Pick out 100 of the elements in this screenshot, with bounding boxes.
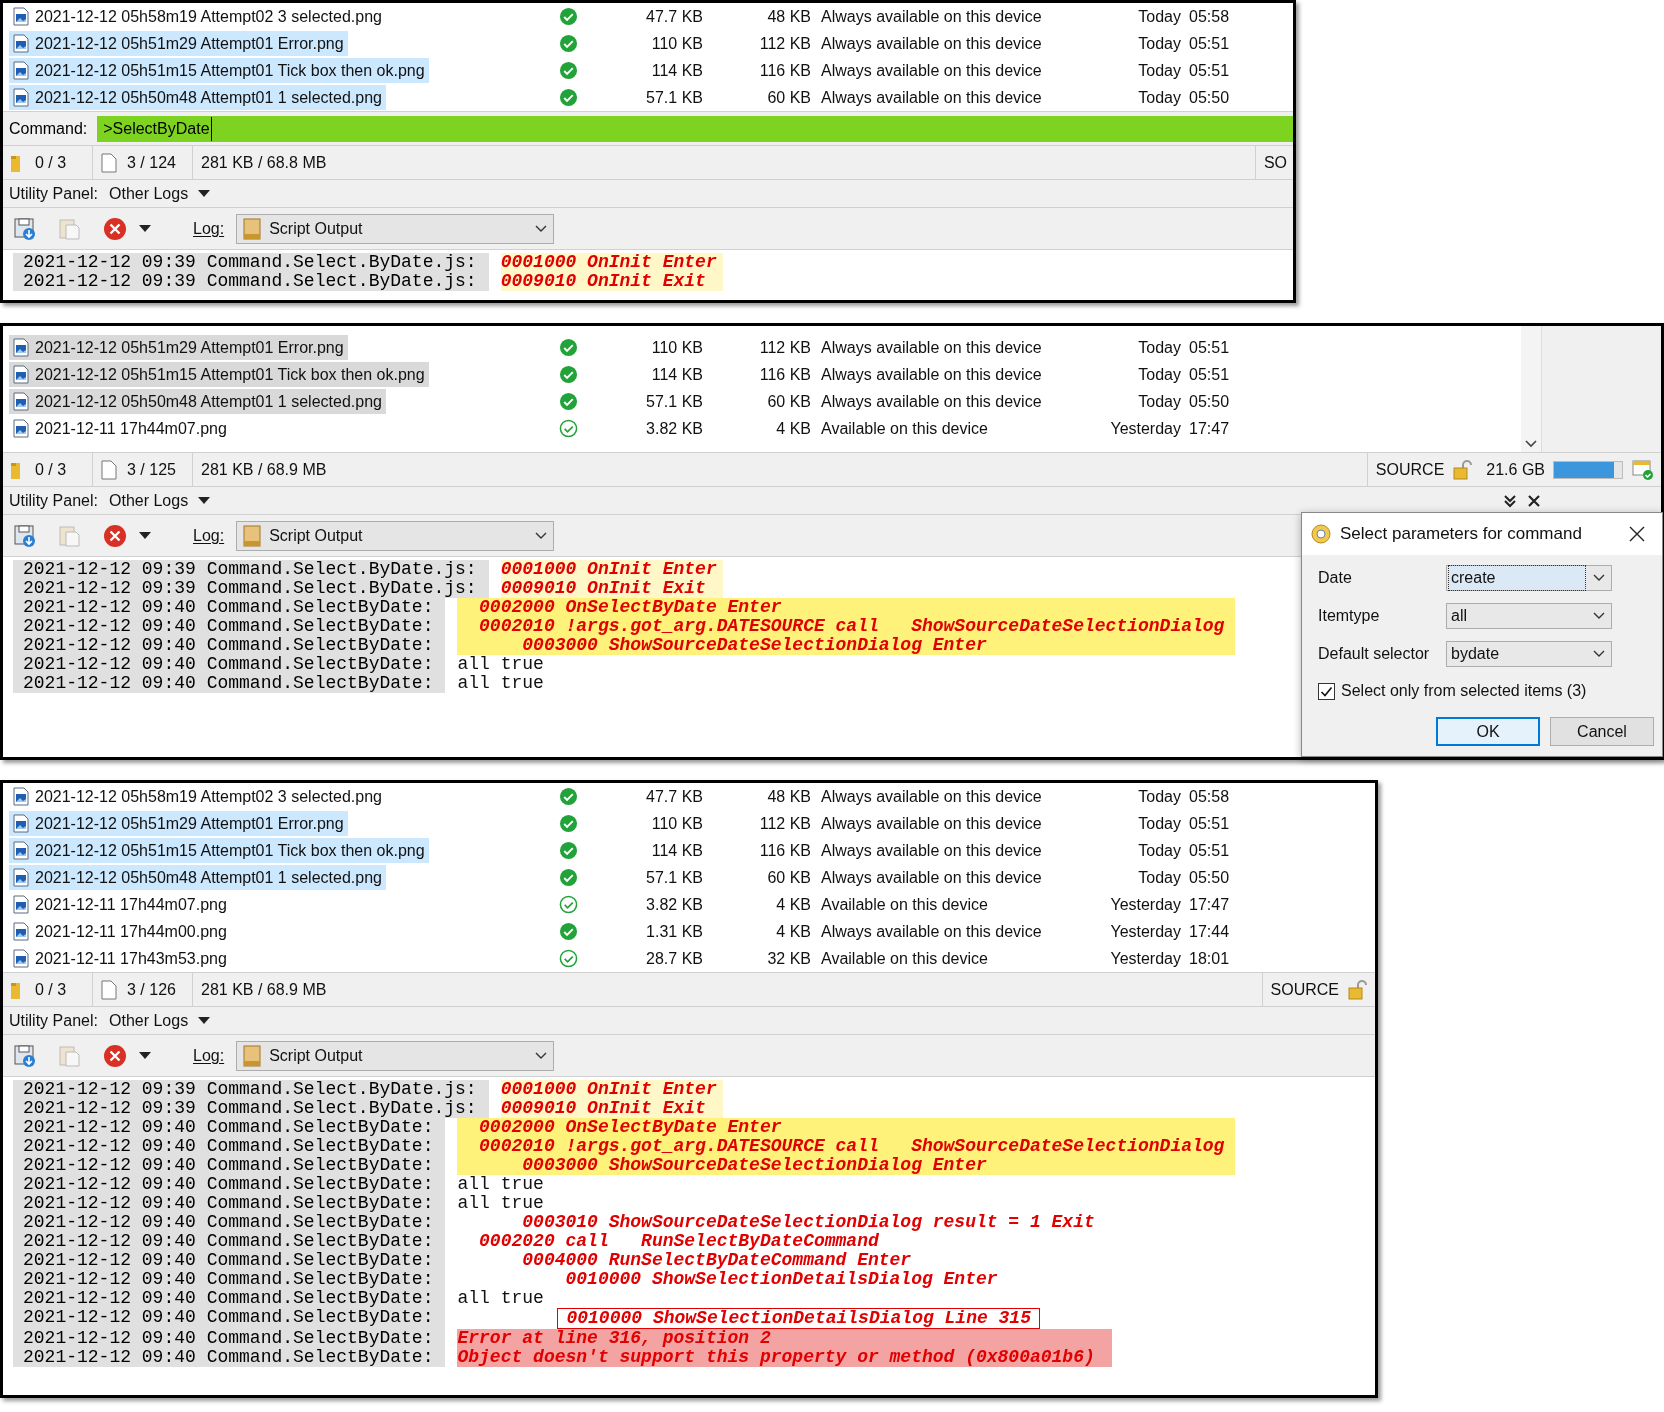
caret-icon[interactable]	[198, 1016, 211, 1025]
utility-panel-label: Utility Panel:	[9, 1010, 99, 1031]
availability-cell-text: Always available on this device	[820, 6, 1043, 27]
size-cell-text: 1.31 KB	[645, 921, 703, 942]
file-name[interactable]: 2021-12-12 05h51m29 Attempt01 Error.png	[9, 31, 348, 56]
image-file-icon	[13, 61, 29, 80]
highlighted-log-message: 0009010 OnInit Exit	[500, 272, 723, 291]
caret-icon[interactable]	[139, 224, 151, 233]
file-name[interactable]: 2021-12-12 05h50m48 Attempt01 1 selected.png	[9, 389, 386, 414]
time-cell-text: 05:51	[1188, 364, 1231, 385]
save-icon[interactable]	[13, 523, 37, 548]
size-cell-text: 110 KB	[650, 813, 703, 834]
cancel-icon[interactable]	[103, 1043, 127, 1068]
log-timestamp-source: 2021-12-12 09:40 Command.SelectByDate:	[13, 636, 446, 655]
cancel-icon[interactable]	[103, 523, 127, 548]
file-name[interactable]: 2021-12-12 05h51m29 Attempt01 Error.png	[9, 811, 348, 836]
time-cell-text: 05:51	[1188, 60, 1231, 81]
file-name[interactable]: 2021-12-12 05h58m19 Attempt02 3 selected.png	[9, 4, 386, 29]
dropdown-field[interactable]: bydate	[1446, 641, 1612, 667]
image-file-icon	[13, 392, 29, 411]
chevron-down-icon	[1593, 612, 1605, 620]
log-timestamp-source: 2021-12-12 09:40 Command.SelectByDate:	[13, 1329, 446, 1348]
file-name[interactable]: 2021-12-11 17h43m53.png	[9, 946, 231, 971]
file-name[interactable]: 2021-12-12 05h51m29 Attempt01 Error.png	[9, 335, 348, 360]
size-cell-text: 114 KB	[650, 364, 703, 385]
availability-cell-text: Always available on this device	[820, 60, 1043, 81]
utility-panel-dropdown[interactable]: Other Logs	[109, 488, 211, 513]
command-field[interactable]: >SelectByDate	[97, 115, 1293, 142]
highlighted-log-message: 0003000 ShowSourceDateSelectionDialog Enter	[457, 636, 1236, 655]
caret-icon[interactable]	[198, 496, 211, 505]
dialog-button[interactable]: OK	[1436, 717, 1540, 746]
size-total: 281 KB / 68.9 MB	[200, 979, 327, 1000]
save-icon[interactable]	[13, 216, 37, 241]
image-file-icon	[13, 814, 29, 833]
cancel-icon[interactable]	[103, 216, 127, 241]
lock-icon[interactable]	[1452, 458, 1475, 481]
close-icon[interactable]	[1628, 525, 1646, 543]
save-icon[interactable]	[13, 1043, 37, 1068]
chevron-down-icon[interactable]	[1525, 440, 1537, 448]
dropdown-field[interactable]: all	[1446, 603, 1612, 629]
utility-panel-dropdown[interactable]: Other Logs	[109, 181, 211, 206]
caret-icon[interactable]	[139, 531, 151, 540]
dialog-button[interactable]: Cancel	[1550, 717, 1654, 746]
file-name[interactable]: 2021-12-12 05h58m19 Attempt02 3 selected.png	[9, 784, 386, 809]
scrollbar[interactable]	[1521, 326, 1541, 452]
checkbox[interactable]	[1318, 682, 1335, 700]
collapse-icon[interactable]	[1503, 493, 1517, 508]
time-cell-text: 18:01	[1188, 948, 1231, 969]
day-cell-text: Today	[1137, 337, 1181, 358]
time-cell-text: 05:50	[1188, 867, 1231, 888]
size-cell-text: 110 KB	[650, 33, 703, 54]
image-file-icon	[13, 895, 29, 914]
source-label: SOURCE	[1270, 979, 1339, 1000]
file-name[interactable]: 2021-12-12 05h50m48 Attempt01 1 selected.png	[9, 865, 386, 890]
lock-icon[interactable]	[1347, 978, 1369, 1001]
size-cell-text: 57.1 KB	[645, 87, 703, 108]
log-timestamp-source: 2021-12-12 09:40 Command.SelectByDate:	[13, 674, 446, 693]
file-name[interactable]: 2021-12-12 05h51m15 Attempt01 Tick box then ok.png	[9, 838, 429, 863]
close-icon[interactable]	[1527, 493, 1541, 508]
file-name[interactable]: 2021-12-12 05h50m48 Attempt01 1 selected.png	[9, 85, 386, 110]
file-name[interactable]: 2021-12-11 17h44m07.png	[9, 892, 231, 917]
highlighted-log-message: 0004000 RunSelectByDateCommand Enter	[521, 1251, 912, 1270]
checkmark-icon	[1320, 684, 1333, 698]
log-source-dropdown[interactable]: Script Output	[236, 213, 555, 244]
highlighted-log-message: 0002010 !args.got_arg.DATESOURCE call ShowSourceDateSelectionDialog	[457, 617, 1236, 636]
time-cell-text: 05:58	[1188, 6, 1231, 27]
caret-icon[interactable]	[139, 1051, 151, 1060]
size-on-disk-cell-text: 4 KB	[775, 418, 811, 439]
size-total: 281 KB / 68.8 MB	[200, 152, 327, 173]
file-name[interactable]: 2021-12-12 05h51m15 Attempt01 Tick box then ok.png	[9, 58, 429, 83]
availability-cell-text: Available on this device	[820, 418, 989, 439]
image-file-icon	[13, 338, 29, 357]
time-cell-text: 17:47	[1188, 894, 1231, 915]
image-file-icon	[13, 7, 29, 26]
page-icon	[101, 459, 117, 480]
file-name[interactable]: 2021-12-11 17h44m00.png	[9, 919, 231, 944]
file-name[interactable]: 2021-12-12 05h51m15 Attempt01 Tick box then ok.png	[9, 362, 429, 387]
folder-icon	[11, 460, 23, 479]
availability-cell-text: Always available on this device	[820, 87, 1043, 108]
chevron-down-icon	[535, 1051, 548, 1060]
day-cell-text: Today	[1137, 813, 1181, 834]
day-cell-text: Today	[1137, 60, 1181, 81]
log-source-dropdown[interactable]: Script Output	[236, 1040, 555, 1071]
drive-check-icon[interactable]	[1631, 457, 1655, 482]
file-name[interactable]: 2021-12-11 17h44m07.png	[9, 416, 231, 441]
size-total: 281 KB / 68.9 MB	[200, 459, 327, 480]
size-on-disk-cell-text: 4 KB	[775, 894, 811, 915]
log-timestamp-source: 2021-12-12 09:39 Command.Select.ByDate.js:	[13, 560, 489, 579]
availability-cell-text: Always available on this device	[820, 840, 1043, 861]
dropdown-field[interactable]: create	[1446, 565, 1612, 591]
utility-panel-dropdown[interactable]: Other Logs	[109, 1008, 211, 1033]
highlighted-log-message: 0010000 ShowSelectionDetailsDialog Line 315	[557, 1308, 1040, 1329]
caret-icon[interactable]	[198, 189, 211, 198]
size-on-disk-cell-text: 32 KB	[766, 948, 811, 969]
page-icon	[101, 979, 117, 1000]
size-on-disk-cell-text: 60 KB	[766, 87, 811, 108]
log-timestamp-source: 2021-12-12 09:40 Command.SelectByDate:	[13, 1175, 446, 1194]
log-source-dropdown[interactable]: Script Output	[236, 520, 555, 551]
day-cell-text: Today	[1137, 33, 1181, 54]
utility-panel-label: Utility Panel:	[9, 183, 99, 204]
